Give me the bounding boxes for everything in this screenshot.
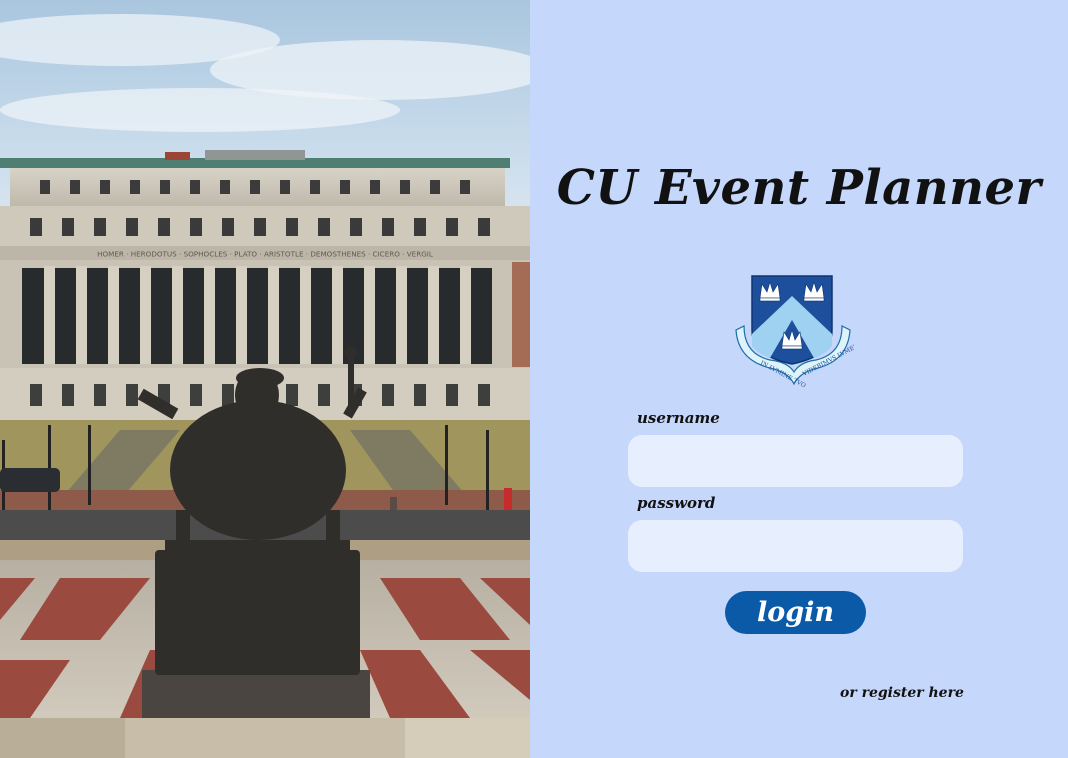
library-frieze-text: HOMER · HERODOTUS · SOPHOCLES · PLATO · … [97, 250, 433, 259]
username-input[interactable] [628, 435, 963, 487]
app-title: CU Event Planner [556, 160, 1042, 216]
password-input[interactable] [628, 520, 963, 572]
password-label: password [637, 494, 716, 512]
username-label: username [637, 409, 720, 427]
columbia-crest-icon: IN LVMINE TVO VIDEBIMVS LVMEN [735, 275, 854, 389]
campus-photo: HOMER · HERODOTUS · SOPHOCLES · PLATO · … [0, 0, 530, 758]
register-link[interactable]: or register here [840, 685, 964, 701]
campus-library-photo: HOMER · HERODOTUS · SOPHOCLES · PLATO · … [0, 0, 530, 758]
login-button[interactable]: login [725, 591, 866, 634]
login-panel: CU Event Planner IN LVMINE TVO VIDEBIMVS… [530, 0, 1068, 758]
